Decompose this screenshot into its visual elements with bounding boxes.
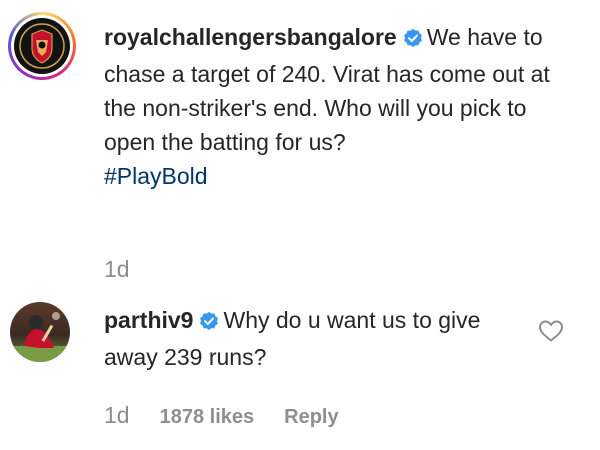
verified-badge-icon — [199, 306, 219, 340]
caption-text: royalchallengersbangalore We have to chas… — [104, 20, 574, 193]
comment-likes[interactable]: 1878 likes — [160, 406, 255, 429]
rcb-avatar[interactable] — [8, 12, 76, 80]
reply-button[interactable]: Reply — [284, 406, 338, 429]
post-caption: royalchallengersbangalore We have to chas… — [0, 0, 600, 292]
caption-hashtag[interactable]: #PlayBold — [104, 163, 208, 189]
comment-timestamp[interactable]: 1d — [104, 402, 130, 429]
verified-badge-icon — [403, 23, 423, 57]
comment-meta: 1d 1878 likes Reply — [104, 402, 339, 429]
heart-outline-icon[interactable] — [538, 319, 564, 343]
parthiv9-avatar[interactable] — [10, 302, 70, 362]
caption-timestamp[interactable]: 1d — [104, 256, 130, 283]
comment-text: parthiv9 Why do u want us to give away 23… — [104, 303, 524, 374]
comment-username[interactable]: parthiv9 — [104, 307, 193, 333]
comment-row: parthiv9 Why do u want us to give away 23… — [0, 292, 600, 450]
caption-username[interactable]: royalchallengersbangalore — [104, 24, 397, 50]
rcb-logo-icon — [15, 19, 69, 73]
